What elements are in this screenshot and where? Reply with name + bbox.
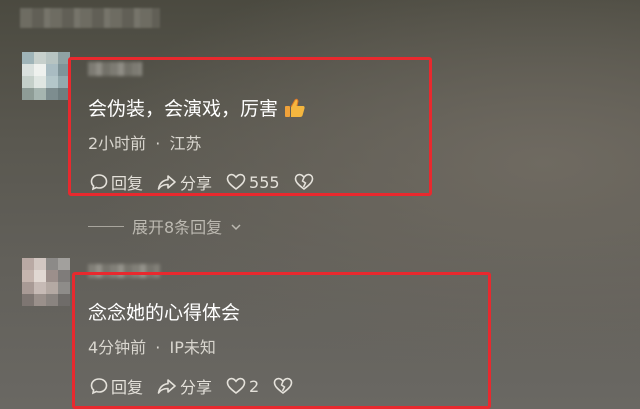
blurred-header-text (20, 8, 160, 28)
expand-replies-label: 展开8条回复 (132, 218, 223, 237)
heart-icon (226, 173, 246, 191)
share-label: 分享 (180, 378, 213, 397)
expand-replies-button[interactable]: 展开8条回复 (88, 214, 242, 238)
username-blurred[interactable] (88, 62, 142, 76)
heart-icon (226, 377, 246, 395)
share-label: 分享 (180, 174, 213, 193)
reply-button[interactable]: 回复 (90, 170, 143, 194)
comment-meta: 4分钟前 · IP未知 (88, 334, 216, 358)
username-blurred[interactable] (88, 264, 160, 278)
dislike-button[interactable] (294, 173, 314, 191)
comment-actions: 回复 分享 2 (90, 374, 307, 398)
avatar[interactable] (22, 52, 70, 100)
reply-label: 回复 (111, 174, 144, 193)
thumbs-up-icon (284, 98, 306, 118)
comment-text-content: 会伪装，会演戏，厉害 (88, 98, 279, 120)
like-button[interactable]: 2 (226, 377, 259, 396)
reply-label: 回复 (111, 378, 144, 397)
dislike-button[interactable] (273, 377, 293, 395)
comment-meta: 2小时前 · 江苏 (88, 130, 201, 154)
reply-icon (90, 377, 108, 395)
divider-line (88, 225, 124, 227)
comment-time: 2小时前 (88, 134, 147, 153)
reply-button[interactable]: 回复 (90, 374, 143, 398)
comment-time: 4分钟前 (88, 338, 147, 357)
comment-text-content: 念念她的心得体会 (88, 302, 241, 324)
meta-separator: · (155, 134, 161, 153)
meta-separator: · (155, 338, 161, 357)
like-count: 2 (249, 376, 260, 396)
comment-location: 江苏 (169, 134, 202, 153)
share-icon (157, 173, 177, 191)
like-button[interactable]: 555 (226, 173, 280, 192)
comment-actions: 回复 分享 555 (90, 170, 328, 194)
avatar[interactable] (22, 258, 70, 306)
share-button[interactable]: 分享 (157, 374, 212, 398)
comment-text: 念念她的心得体会 (88, 298, 240, 325)
share-button[interactable]: 分享 (157, 170, 212, 194)
broken-heart-icon (273, 377, 293, 395)
comment-location: IP未知 (169, 338, 216, 357)
reply-icon (90, 173, 108, 191)
comment-text: 会伪装，会演戏，厉害 (88, 94, 306, 121)
like-count: 555 (249, 172, 280, 192)
chevron-down-icon (230, 217, 242, 236)
share-icon (157, 377, 177, 395)
broken-heart-icon (294, 173, 314, 191)
